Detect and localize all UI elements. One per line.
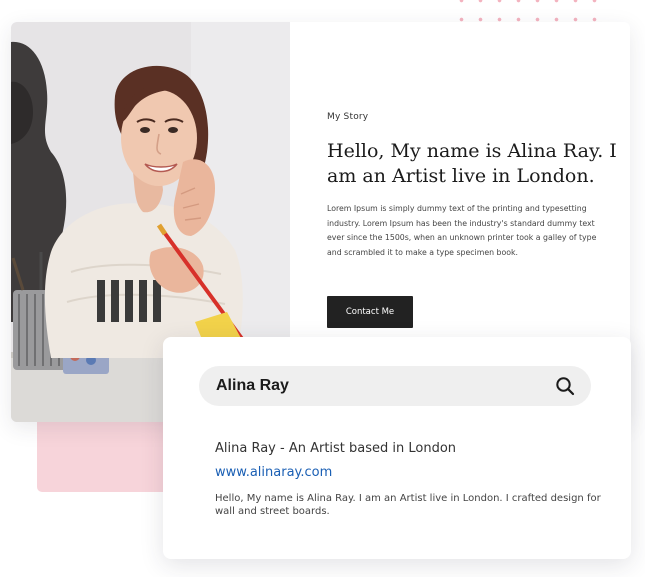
story-body-text: Lorem Ipsum is simply dummy text of the … [327, 204, 597, 257]
story-text-block: My Story Hello, My name is Alina Ray. I … [327, 112, 617, 260]
decorative-dot-grid [452, 0, 600, 24]
story-headline: Hello, My name is Alina Ray. I am an Art… [327, 140, 617, 187]
section-eyebrow: My Story [327, 112, 369, 122]
search-input[interactable] [216, 377, 555, 395]
contact-me-button[interactable]: Contact Me [327, 296, 413, 328]
search-result-title[interactable]: Alina Ray - An Artist based in London [215, 441, 456, 456]
search-bar[interactable] [199, 366, 591, 406]
search-icon[interactable] [555, 376, 575, 396]
search-result-snippet: Hello, My name is Alina Ray. I am an Art… [215, 493, 601, 517]
search-result-url[interactable]: www.alinaray.com [215, 465, 332, 480]
search-result-card: Alina Ray - An Artist based in London ww… [163, 337, 631, 559]
